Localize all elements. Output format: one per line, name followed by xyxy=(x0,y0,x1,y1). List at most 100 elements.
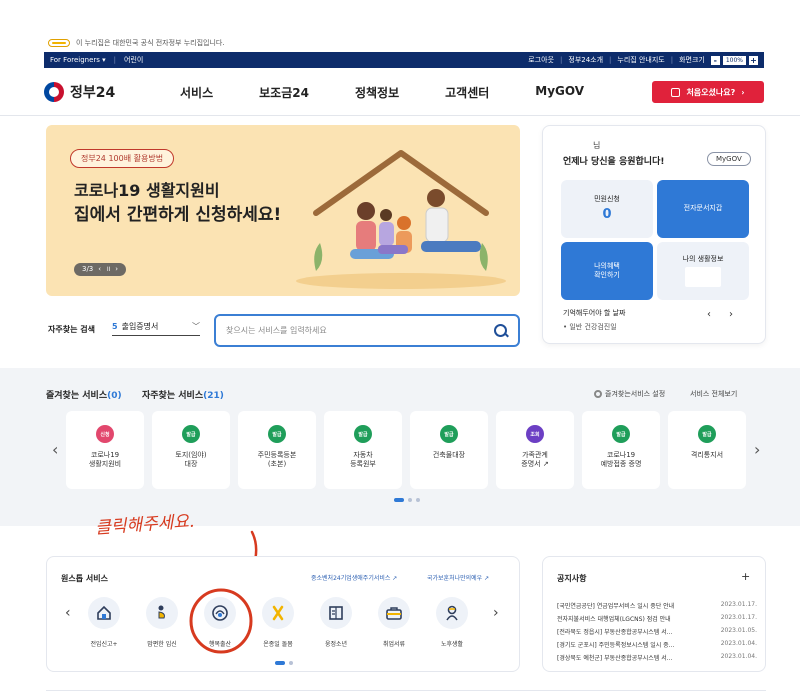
sme-lifecycle-link[interactable]: 중소벤처24기업생애주기서비스 ↗ xyxy=(311,573,397,582)
notice-more-button[interactable]: + xyxy=(741,570,750,583)
gov-banner-text: 이 누리집은 대한민국 공식 전자정부 누리집입니다. xyxy=(76,39,225,47)
one-stop-item-care[interactable]: 온종일 돌봄 xyxy=(249,597,307,648)
date-next-button[interactable]: › xyxy=(729,309,733,320)
date-prev-button[interactable]: ‹ xyxy=(707,309,711,320)
one-stop-item-pregnancy[interactable]: 맘편한 임신 xyxy=(133,597,191,648)
frequent-search-value: 출입증명서 xyxy=(121,322,159,331)
one-stop-item-employment[interactable]: 취업서류 xyxy=(365,597,423,648)
service-card-building-register[interactable]: 발급 건축물대장 xyxy=(410,411,488,489)
e-document-wallet-tile[interactable]: 전자문서지갑 xyxy=(657,180,749,238)
service-badge: 조회 xyxy=(526,425,544,443)
logout-link[interactable]: 로그아웃 xyxy=(528,55,554,65)
korea-gov-mark-icon xyxy=(48,39,70,47)
notice-date: 2023.01.04. xyxy=(720,653,757,660)
notice-row[interactable]: 전자지불서비스 대행업체(LGCNS) 점검 안내 2023.01.17. xyxy=(557,614,757,623)
services-pagination xyxy=(394,498,420,502)
mygov-button[interactable]: MyGOV xyxy=(707,152,751,166)
mygov-summary-card: 님 언제나 당신을 응원합니다! MyGOV 민원신청 0 전자문서지갑 나의혜… xyxy=(542,125,766,344)
gov-official-banner: 이 누리집은 대한민국 공식 전자정부 누리집입니다. xyxy=(0,36,800,50)
civil-application-tile[interactable]: 민원신청 0 xyxy=(561,180,653,238)
pregnant-icon xyxy=(146,597,178,629)
site-logo[interactable]: 정부24 xyxy=(44,82,174,102)
notice-row[interactable]: [전라북도 정읍시] 부동산종합공부시스템 서... 2023.01.05. xyxy=(557,627,757,636)
service-card-covid-support[interactable]: 신청 코로나19 생활지원비 xyxy=(66,411,144,489)
nav-item-service[interactable]: 서비스 xyxy=(180,84,213,101)
nav-item-customer-center[interactable]: 고객센터 xyxy=(445,84,489,101)
notice-date: 2023.01.05. xyxy=(720,627,757,634)
services-next-button[interactable]: › xyxy=(754,440,760,459)
pagination-dot[interactable] xyxy=(289,661,293,665)
frequent-search-select[interactable]: 5 출입증명서 ﹀ xyxy=(112,318,200,336)
chevron-down-icon: ﹀ xyxy=(192,322,200,331)
favorite-services-tab[interactable]: 즐겨찾는 서비스(0) xyxy=(46,388,122,401)
pagination-dot[interactable] xyxy=(408,498,412,502)
all-services-link[interactable]: 서비스 전체보기 xyxy=(690,389,737,399)
my-benefits-tile[interactable]: 나의혜택 확인하기 xyxy=(561,242,653,300)
one-stop-pagination xyxy=(275,661,293,665)
gear-icon xyxy=(594,390,602,398)
favorite-services-label: 즐겨찾는 서비스 xyxy=(46,391,108,401)
service-card-vehicle-register[interactable]: 발급 자동차 등록원부 xyxy=(324,411,402,489)
nav-item-policy[interactable]: 정책정보 xyxy=(355,84,399,101)
ribbon-icon xyxy=(262,597,294,629)
service-badge: 발급 xyxy=(354,425,372,443)
hero-prev-button[interactable]: ‹ xyxy=(98,265,101,274)
health-checkup-item[interactable]: • 일반 건강검진일 xyxy=(563,322,617,332)
hero-banner[interactable]: 정부24 100배 활용방법 코로나19 생활지원비 집에서 간편하게 신청하세… xyxy=(46,125,520,296)
divider: | xyxy=(560,56,563,64)
intro-link[interactable]: 정부24소개 xyxy=(568,55,603,65)
pagination-dot[interactable] xyxy=(275,661,285,665)
kids-link[interactable]: 어린이 xyxy=(124,55,143,65)
site-guide-link[interactable]: 누리집 안내지도 xyxy=(617,55,664,65)
service-card-vaccination-cert[interactable]: 발급 코로나19 예방접종 증명 xyxy=(582,411,660,489)
favorite-setting-link[interactable]: 즐겨찾는서비스 설정 xyxy=(594,389,665,399)
one-stop-item-move-in[interactable]: 전입신고+ xyxy=(75,597,133,648)
one-stop-next-button[interactable]: › xyxy=(493,605,499,621)
zoom-in-button[interactable]: + xyxy=(749,55,758,65)
divider: | xyxy=(670,56,674,64)
search-input[interactable] xyxy=(226,326,494,335)
notice-row[interactable]: [경기도 군포시] 주민등록정보시스템 일시 중... 2023.01.04. xyxy=(557,640,757,649)
first-visit-button[interactable]: 처음오셨나요? › xyxy=(652,81,764,103)
nav-item-subsidy[interactable]: 보조금24 xyxy=(259,84,309,101)
user-greeting-name: 님 xyxy=(593,141,601,150)
notice-date: 2023.01.17. xyxy=(720,601,757,608)
notice-row[interactable]: [국민연금공단] 연금업무서비스 일시 중단 안내 2023.01.17. xyxy=(557,601,757,610)
for-foreigners-link[interactable]: For Foreigners ▾ xyxy=(50,56,106,64)
hero-pause-button[interactable]: ॥ xyxy=(106,265,110,274)
pagination-dot[interactable] xyxy=(416,498,420,502)
search-icon[interactable] xyxy=(494,323,508,338)
service-card-family-certificate[interactable]: 조회 가족관계 증명서 ↗ xyxy=(496,411,574,489)
family-house-illustration xyxy=(296,150,506,289)
one-stop-item-youth[interactable]: 웅정소년 xyxy=(307,597,365,648)
zoom-out-button[interactable]: - xyxy=(710,55,720,65)
frequent-search-label: 자주찾는 검색 xyxy=(48,325,95,334)
notice-row[interactable]: [경상북도 예천군] 부동산종합공부시스템 서... 2023.01.04. xyxy=(557,653,757,662)
one-stop-title: 원스톱 서비스 xyxy=(61,574,108,583)
frequent-services-tab[interactable]: 자주찾는 서비스(21) xyxy=(142,388,224,401)
zoom-label: 화면크기 xyxy=(679,56,705,64)
main-nav: 서비스 보조금24 정책정보 고객센터 MyGOV xyxy=(180,84,584,101)
nav-item-mygov[interactable]: MyGOV xyxy=(535,84,584,101)
notice-date: 2023.01.17. xyxy=(720,614,757,621)
one-stop-item-label: 전입신고+ xyxy=(90,641,118,648)
one-stop-prev-button[interactable]: ‹ xyxy=(65,605,71,621)
services-prev-button[interactable]: ‹ xyxy=(52,440,58,459)
veterans-link[interactable]: 국가보훈처나만의예우 ↗ xyxy=(427,573,489,582)
pagination-dot[interactable] xyxy=(394,498,404,502)
service-name: 격리통지서 xyxy=(690,451,724,459)
one-stop-item-retirement[interactable]: 노후생활 xyxy=(423,597,481,648)
service-card-resident-register[interactable]: 발급 주민등록등본 (초본) xyxy=(238,411,316,489)
hero-page-count: 3/3 xyxy=(82,265,94,273)
hero-next-button[interactable]: › xyxy=(115,265,118,274)
date-nav: ‹ › xyxy=(707,309,733,320)
frequent-services-count: (21) xyxy=(203,391,224,401)
service-card-land-register[interactable]: 발급 토지(임야) 대장 xyxy=(152,411,230,489)
service-card-quarantine-notice[interactable]: 발급 격리통지서 xyxy=(668,411,746,489)
header-divider xyxy=(0,115,800,116)
divider: | xyxy=(113,56,117,64)
my-life-info-tile[interactable]: 나의 생활정보 xyxy=(657,242,749,300)
hero-title-line1: 코로나19 생활지원비 xyxy=(74,181,220,200)
service-name: 토지(임야) 대장 xyxy=(175,451,207,469)
notice-date: 2023.01.04. xyxy=(720,640,757,647)
